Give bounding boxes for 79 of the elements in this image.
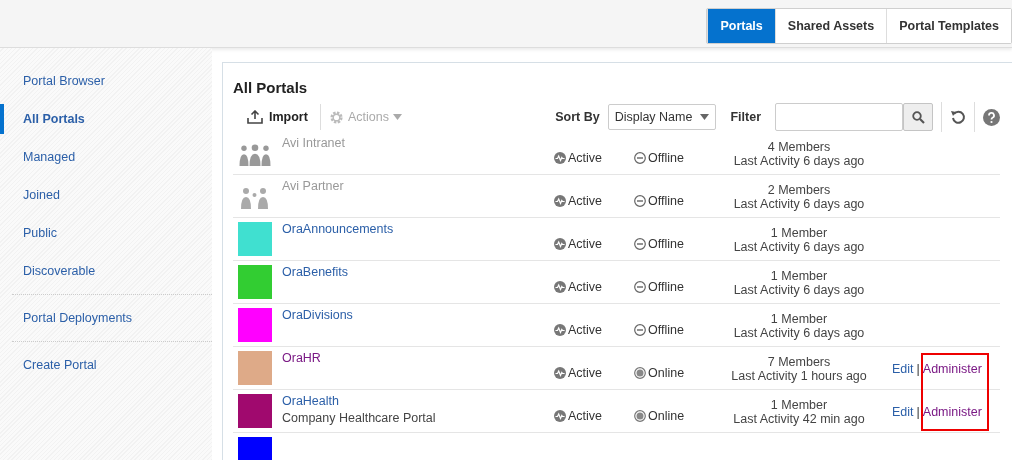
activity-icon [554,367,566,379]
sidebar-item[interactable]: All Portals [0,104,200,134]
import-button[interactable]: Import [247,104,321,130]
availability-text: Offline [648,280,684,294]
search-button[interactable] [903,103,933,131]
portal-description: Company Healthcare Portal [282,411,437,425]
status-text: Active [568,323,603,337]
activity-icon [554,324,566,336]
gear-icon [328,109,344,125]
offline-icon [634,324,646,336]
availability-text: Offline [648,151,684,165]
activity-icon [554,410,566,422]
offline-icon [634,152,646,164]
member-count: 1 Member [770,226,828,240]
status-text: Active [568,237,603,251]
offline-icon [634,281,646,293]
nav-tab[interactable]: Portals [707,9,775,43]
link-separator: | [916,362,920,376]
status-text: Active [568,366,603,380]
sidebar-item[interactable]: Managed [0,142,200,172]
member-count: 1 Member [770,312,828,326]
upload-icon [247,110,263,124]
search-icon [911,110,925,124]
nav-tab[interactable]: Shared Assets [774,9,887,43]
member-count: 2 Members [767,183,831,197]
portal-name-link[interactable]: OraBenefits [282,265,554,279]
last-activity: Last Activity 6 days ago [733,283,865,297]
availability-text: Offline [648,237,684,251]
activity-icon [554,238,566,250]
offline-icon [634,238,646,250]
portal-name-link[interactable]: OraHealth [282,394,554,408]
sidebar-item[interactable]: Create Portal [0,350,200,380]
filter-field[interactable] [775,103,903,131]
member-count: 1 Member [770,398,828,412]
status-text: Active [568,194,603,208]
administer-link[interactable]: Administer [922,405,982,419]
edit-link[interactable]: Edit [892,362,914,376]
nav-tab[interactable]: Portal Templates [886,9,1011,43]
sort-dropdown[interactable]: Display Name [607,104,717,130]
member-count: 7 Members [767,355,831,369]
status-text: Active [568,409,603,423]
activity-icon [554,152,566,164]
online-icon [634,367,646,379]
last-activity: Last Activity 42 min ago [733,412,865,426]
activity-icon [554,195,566,207]
administer-link[interactable]: Administer [922,362,982,376]
activity-icon [554,281,566,293]
portal-name-link[interactable]: OraAnnouncements [282,222,554,236]
availability-text: Online [648,366,685,380]
panel-title: All Portals [233,79,309,96]
link-separator: | [916,405,920,419]
last-activity: Last Activity 6 days ago [733,197,865,211]
sidebar-item[interactable]: Discoverable [0,256,200,286]
member-count: 4 Members [767,140,831,154]
help-icon[interactable] [983,108,1000,126]
filter-label: Filter [730,110,761,124]
last-activity: Last Activity 6 days ago [733,240,865,254]
availability-text: Offline [648,323,684,337]
edit-link[interactable]: Edit [892,405,914,419]
availability-text: Online [648,409,685,423]
sidebar-item[interactable]: Portal Deployments [0,303,200,333]
portal-name-link[interactable]: OraDivisions [282,308,554,322]
portal-name-link[interactable]: OraHR [282,351,554,365]
last-activity: Last Activity 6 days ago [733,154,865,168]
sidebar-item[interactable]: Portal Browser [0,66,200,96]
last-activity: Last Activity 1 hours ago [731,369,867,383]
sidebar-item[interactable]: Public [0,218,200,248]
caret-icon [392,114,402,120]
caret-icon [700,114,710,120]
status-text: Active [568,151,603,165]
offline-icon [634,195,646,207]
status-text: Active [568,280,603,294]
sort-label: Sort By [555,110,600,124]
online-icon [634,410,646,422]
member-count: 1 Member [770,269,828,283]
availability-text: Offline [648,194,684,208]
refresh-icon[interactable] [950,109,966,125]
last-activity: Last Activity 6 days ago [733,326,865,340]
sidebar-item[interactable]: Joined [0,180,200,210]
